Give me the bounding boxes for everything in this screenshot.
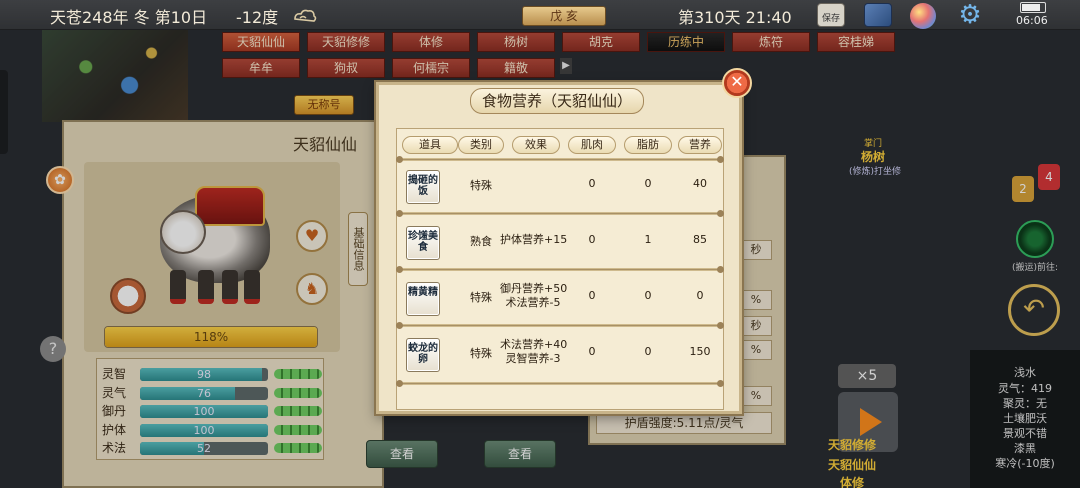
food-muscle: 0 xyxy=(588,345,596,358)
food-effect: 术法营养+40 灵智营养-3 xyxy=(500,338,568,365)
calendar-date: 天苍248年 冬 第10日 xyxy=(50,8,208,27)
food-item-icon[interactable]: 精黄精 xyxy=(406,282,440,316)
battery-icon xyxy=(1020,2,1046,13)
food-fat: 0 xyxy=(644,177,652,190)
food-fat: 1 xyxy=(644,233,652,246)
column-header-item: 道具 xyxy=(402,136,458,154)
food-category: 特殊 xyxy=(470,179,492,192)
food-item-icon[interactable]: 搗砸的饭 xyxy=(406,170,440,204)
food-muscle: 0 xyxy=(588,289,596,302)
row-divider xyxy=(396,380,724,387)
food-item-icon[interactable]: 珍馐美食 xyxy=(406,226,440,260)
dialog-title-plate: 食物营养（天貂仙仙） xyxy=(470,88,644,114)
top-status-bar: 天苍248年 冬 第10日 -12度 戊 亥 第310天 21:40 保存 ⚙ … xyxy=(0,0,1080,30)
weather-cloud-icon xyxy=(294,9,317,22)
row-divider xyxy=(396,322,724,329)
day-time: 第310天 21:40 xyxy=(678,8,792,27)
food-fat: 0 xyxy=(644,345,652,358)
temperature: -12度 xyxy=(236,8,279,27)
dialog-title: 食物营养（天貂仙仙） xyxy=(481,92,632,110)
column-header-effect: 效果 xyxy=(512,136,560,154)
row-divider xyxy=(396,156,724,163)
food-category: 熟食 xyxy=(470,235,492,248)
season-badge[interactable]: 戊 亥 xyxy=(522,6,606,26)
food-fat: 0 xyxy=(644,289,652,302)
food-category: 特殊 xyxy=(470,291,492,304)
food-nutrition: 150 xyxy=(689,345,711,358)
food-effect: 御丹营养+50 术法营养-5 xyxy=(500,282,568,309)
food-nutrition: 40 xyxy=(693,177,707,190)
system-clock: 06:06 xyxy=(1016,14,1048,27)
food-nutrition: 85 xyxy=(693,233,707,246)
food-muscle: 0 xyxy=(588,233,596,246)
scroll-icon[interactable] xyxy=(864,3,892,27)
column-header-category: 类别 xyxy=(458,136,504,154)
close-button[interactable]: ✕ xyxy=(722,68,752,98)
gear-icon[interactable]: ⚙ xyxy=(956,2,984,28)
food-nutrition: 0 xyxy=(696,289,704,302)
column-header-nutrition: 营养 xyxy=(678,136,722,154)
food-item-icon[interactable]: 蛟龙的卵 xyxy=(406,338,440,372)
food-muscle: 0 xyxy=(588,177,596,190)
food-category: 特殊 xyxy=(470,347,492,360)
food-effect: 护体营养+15 xyxy=(500,233,568,246)
row-divider xyxy=(396,266,724,273)
save-button[interactable]: 保存 xyxy=(817,3,845,27)
palette-icon[interactable] xyxy=(910,3,936,29)
column-header-fat: 脂肪 xyxy=(624,136,672,154)
column-header-muscle: 肌肉 xyxy=(568,136,616,154)
row-divider xyxy=(396,210,724,217)
